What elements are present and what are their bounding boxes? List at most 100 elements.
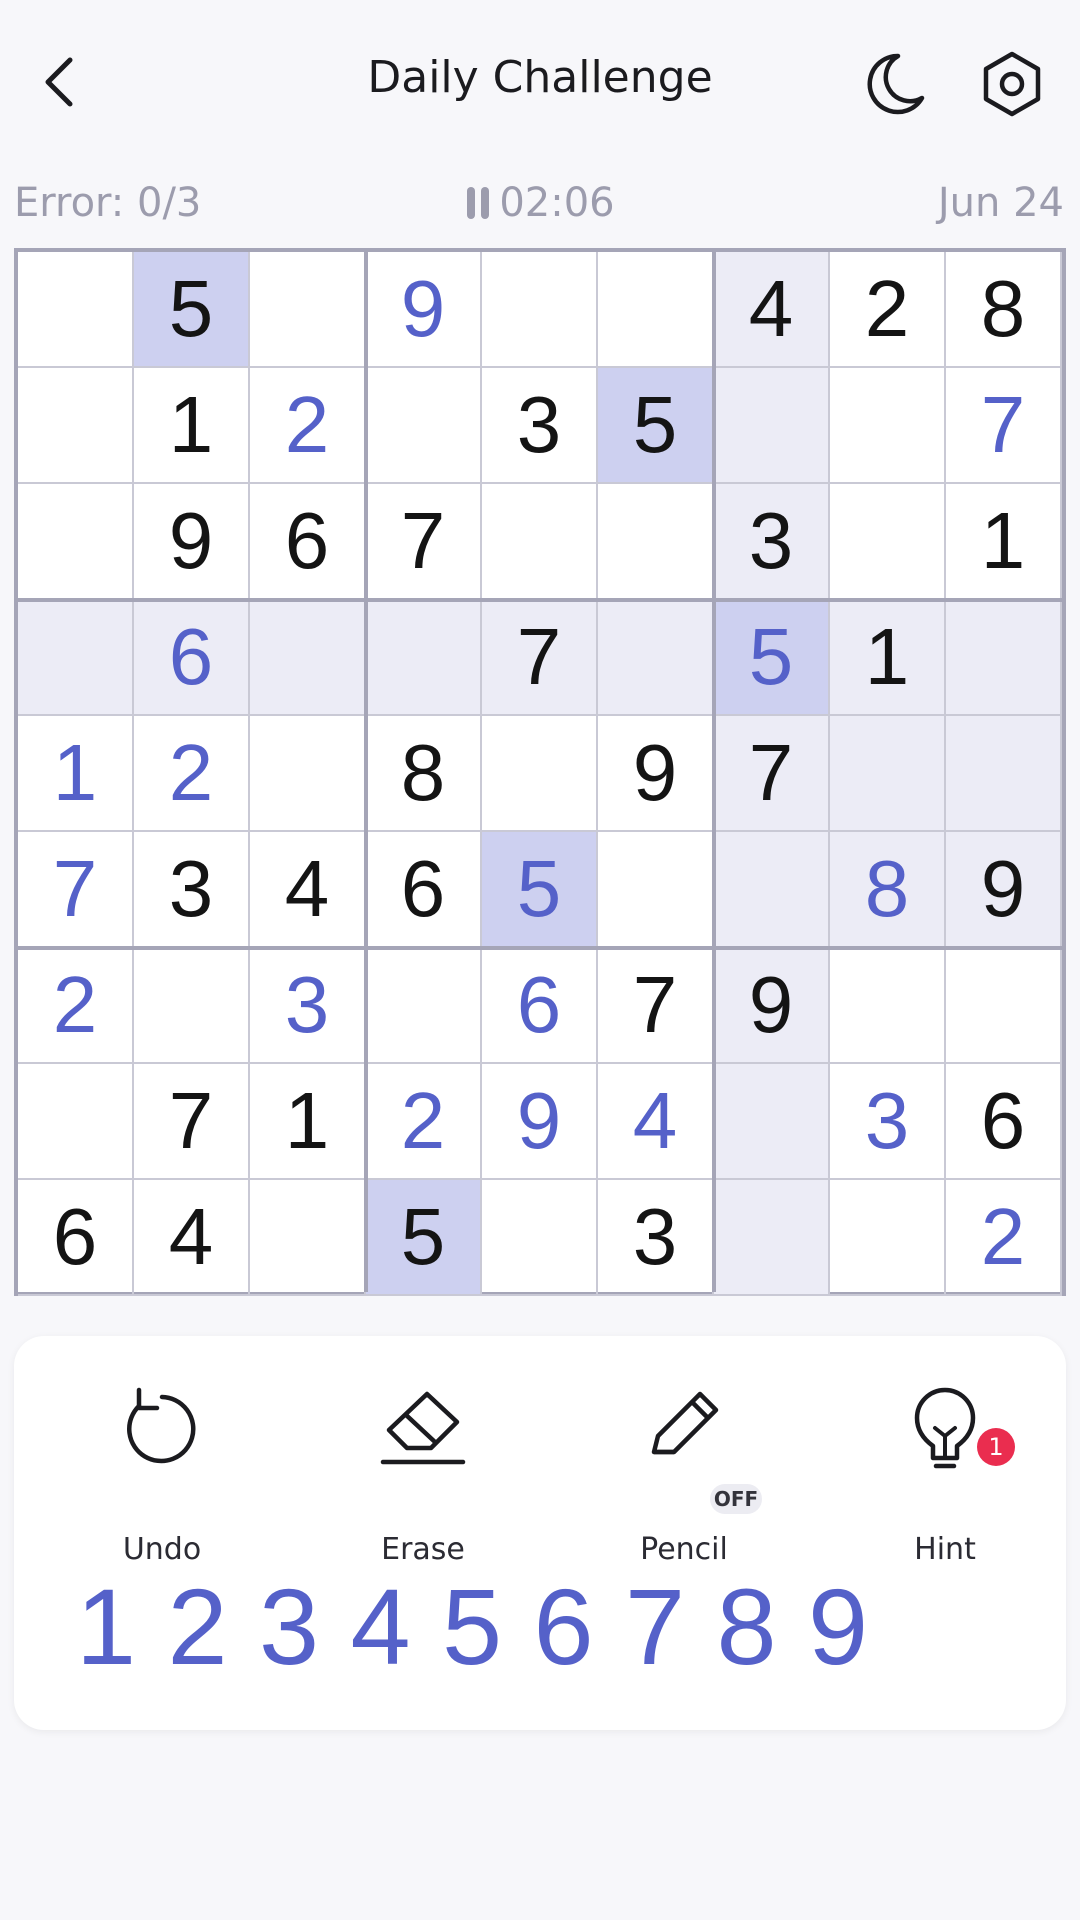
board-cell[interactable]: 3: [714, 484, 830, 600]
board-cell[interactable]: 3: [134, 832, 250, 948]
board-cell[interactable]: 2: [366, 1064, 482, 1180]
board-cell[interactable]: 2: [946, 1180, 1062, 1296]
board-cell[interactable]: 4: [134, 1180, 250, 1296]
board-cell[interactable]: 6: [134, 600, 250, 716]
board-cell[interactable]: 9: [714, 948, 830, 1064]
board-cell[interactable]: [830, 948, 946, 1064]
number-button-1[interactable]: 1: [56, 1566, 156, 1687]
board-cell[interactable]: [18, 1064, 134, 1180]
board-cell[interactable]: [830, 484, 946, 600]
board-cell[interactable]: 3: [482, 368, 598, 484]
board-cell[interactable]: [18, 368, 134, 484]
board-cell[interactable]: [482, 252, 598, 368]
board-cell[interactable]: 3: [250, 948, 366, 1064]
board-cell[interactable]: [714, 832, 830, 948]
board-cell[interactable]: [830, 368, 946, 484]
back-button[interactable]: [36, 50, 84, 114]
board-cell[interactable]: 4: [250, 832, 366, 948]
board-cell[interactable]: [946, 716, 1062, 832]
board-cell[interactable]: [598, 832, 714, 948]
board-cell[interactable]: 3: [830, 1064, 946, 1180]
board-cell[interactable]: [830, 1180, 946, 1296]
board-cell[interactable]: [946, 600, 1062, 716]
board-cell[interactable]: 8: [946, 252, 1062, 368]
dark-mode-button[interactable]: [858, 48, 930, 120]
board-cell[interactable]: [250, 716, 366, 832]
board-cell[interactable]: [18, 252, 134, 368]
board-cell[interactable]: [18, 484, 134, 600]
hint-count-badge: 1: [977, 1428, 1015, 1466]
board-cell[interactable]: 5: [482, 832, 598, 948]
board-cell[interactable]: 7: [946, 368, 1062, 484]
board-cell[interactable]: 5: [134, 252, 250, 368]
erase-button[interactable]: Erase: [323, 1384, 523, 1567]
hint-button[interactable]: 1 Hint: [845, 1384, 1045, 1567]
board-cell[interactable]: [714, 1064, 830, 1180]
board-cell[interactable]: 6: [366, 832, 482, 948]
board-cell[interactable]: [830, 716, 946, 832]
board-cell[interactable]: [134, 948, 250, 1064]
board-cell[interactable]: [482, 484, 598, 600]
board-cell[interactable]: 4: [714, 252, 830, 368]
number-button-7[interactable]: 7: [605, 1566, 705, 1687]
board-cell[interactable]: 9: [134, 484, 250, 600]
board-cell[interactable]: 2: [250, 368, 366, 484]
board-cell[interactable]: 9: [482, 1064, 598, 1180]
board-cell[interactable]: 1: [946, 484, 1062, 600]
board-cell[interactable]: [366, 948, 482, 1064]
board-cell[interactable]: 5: [714, 600, 830, 716]
board-cell[interactable]: 4: [598, 1064, 714, 1180]
board-cell[interactable]: 1: [134, 368, 250, 484]
board-cell[interactable]: 5: [598, 368, 714, 484]
board-cell[interactable]: [366, 600, 482, 716]
board-cell[interactable]: [946, 948, 1062, 1064]
board-cell[interactable]: 9: [598, 716, 714, 832]
board-cell[interactable]: [598, 252, 714, 368]
number-button-8[interactable]: 8: [697, 1566, 797, 1687]
board-cell[interactable]: 1: [250, 1064, 366, 1180]
board-cell[interactable]: 8: [830, 832, 946, 948]
board-cell[interactable]: [250, 1180, 366, 1296]
board-cell[interactable]: 7: [714, 716, 830, 832]
board-cell[interactable]: 6: [18, 1180, 134, 1296]
board-cell[interactable]: 3: [598, 1180, 714, 1296]
number-button-5[interactable]: 5: [422, 1566, 522, 1687]
board-cell[interactable]: [482, 716, 598, 832]
settings-button[interactable]: [976, 48, 1048, 120]
number-button-4[interactable]: 4: [331, 1566, 431, 1687]
board-cell[interactable]: [366, 368, 482, 484]
board-cell[interactable]: 2: [134, 716, 250, 832]
board-cell[interactable]: 7: [18, 832, 134, 948]
board-cell[interactable]: 5: [366, 1180, 482, 1296]
board-cell[interactable]: 7: [366, 484, 482, 600]
board-cell[interactable]: 7: [598, 948, 714, 1064]
board-cell[interactable]: [250, 252, 366, 368]
board-cell[interactable]: 6: [482, 948, 598, 1064]
board-cell[interactable]: 1: [830, 600, 946, 716]
board-cell[interactable]: 1: [18, 716, 134, 832]
board-cell[interactable]: 9: [946, 832, 1062, 948]
board-cell[interactable]: 8: [366, 716, 482, 832]
board-cell[interactable]: [714, 368, 830, 484]
board-cell[interactable]: [598, 600, 714, 716]
number-button-3[interactable]: 3: [239, 1566, 339, 1687]
board-cell[interactable]: 7: [134, 1064, 250, 1180]
board-cell[interactable]: 9: [366, 252, 482, 368]
board-cell[interactable]: [598, 484, 714, 600]
board-cell[interactable]: 7: [482, 600, 598, 716]
number-button-6[interactable]: 6: [514, 1566, 614, 1687]
board-cell[interactable]: [714, 1180, 830, 1296]
number-button-2[interactable]: 2: [148, 1566, 248, 1687]
undo-button[interactable]: Undo: [62, 1384, 262, 1567]
board-cell[interactable]: [18, 600, 134, 716]
box-divider-horizontal: [18, 946, 1062, 950]
board-cell[interactable]: 6: [946, 1064, 1062, 1180]
board-cell[interactable]: [250, 600, 366, 716]
pencil-button[interactable]: OFF Pencil: [584, 1384, 784, 1567]
pause-icon[interactable]: [465, 185, 493, 221]
board-cell[interactable]: [482, 1180, 598, 1296]
board-cell[interactable]: 6: [250, 484, 366, 600]
number-button-9[interactable]: 9: [788, 1566, 888, 1687]
board-cell[interactable]: 2: [18, 948, 134, 1064]
board-cell[interactable]: 2: [830, 252, 946, 368]
